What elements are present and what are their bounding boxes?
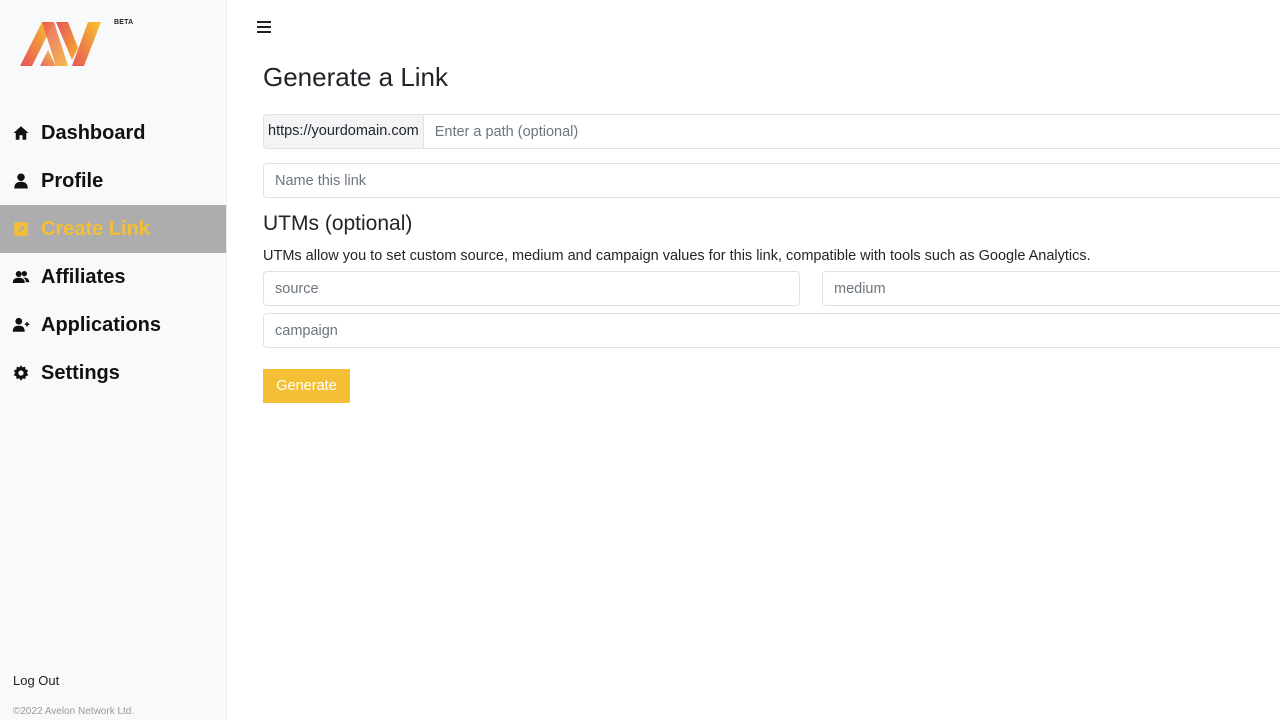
user-icon <box>12 172 30 190</box>
utm-section-title: UTMs (optional) <box>263 212 413 235</box>
external-link-square-icon <box>12 220 30 238</box>
sidebar-item-settings[interactable]: Settings <box>0 349 226 397</box>
beta-badge: BETA <box>114 19 134 26</box>
url-prefix: https://yourdomain.com <box>263 114 423 149</box>
url-input-group: https://yourdomain.com <box>263 114 1280 149</box>
utm-medium-input[interactable] <box>822 271 1280 306</box>
utm-description: UTMs allow you to set custom source, med… <box>263 248 1091 264</box>
sidebar-item-profile[interactable]: Profile <box>0 157 226 205</box>
hamburger-icon[interactable] <box>257 21 271 35</box>
sidebar-item-affiliates[interactable]: Affiliates <box>0 253 226 301</box>
gear-icon <box>12 364 30 382</box>
sidebar-item-create-link[interactable]: Create Link <box>0 205 226 253</box>
utm-campaign-input[interactable] <box>263 313 1280 348</box>
sidebar-item-label: Affiliates <box>41 265 126 288</box>
page-title: Generate a Link <box>263 62 449 92</box>
link-name-input[interactable] <box>263 163 1280 198</box>
sidebar-item-label: Create Link <box>41 217 150 240</box>
copyright-text: ©2022 Avelon Network Ltd. <box>13 706 135 717</box>
users-icon <box>12 268 30 286</box>
utm-source-input[interactable] <box>263 271 800 306</box>
path-input[interactable] <box>422 114 1280 149</box>
sidebar-nav: Dashboard Profile Create Link Affiliates… <box>0 109 226 397</box>
user-plus-icon <box>12 316 30 334</box>
generate-button[interactable]: Generate <box>263 369 350 403</box>
home-icon <box>12 124 30 142</box>
sidebar-item-label: Applications <box>41 313 162 336</box>
sidebar: BETA Dashboard Profile Create Link Affil… <box>0 0 227 720</box>
sidebar-item-label: Profile <box>41 169 104 192</box>
sidebar-item-applications[interactable]: Applications <box>0 301 226 349</box>
logout-link[interactable]: Log Out <box>13 673 59 688</box>
sidebar-item-dashboard[interactable]: Dashboard <box>0 109 226 157</box>
main-content: Generate a Link https://yourdomain.com U… <box>227 0 1280 720</box>
brand-logo <box>20 22 101 66</box>
sidebar-item-label: Dashboard <box>41 121 146 144</box>
sidebar-item-label: Settings <box>41 361 120 384</box>
